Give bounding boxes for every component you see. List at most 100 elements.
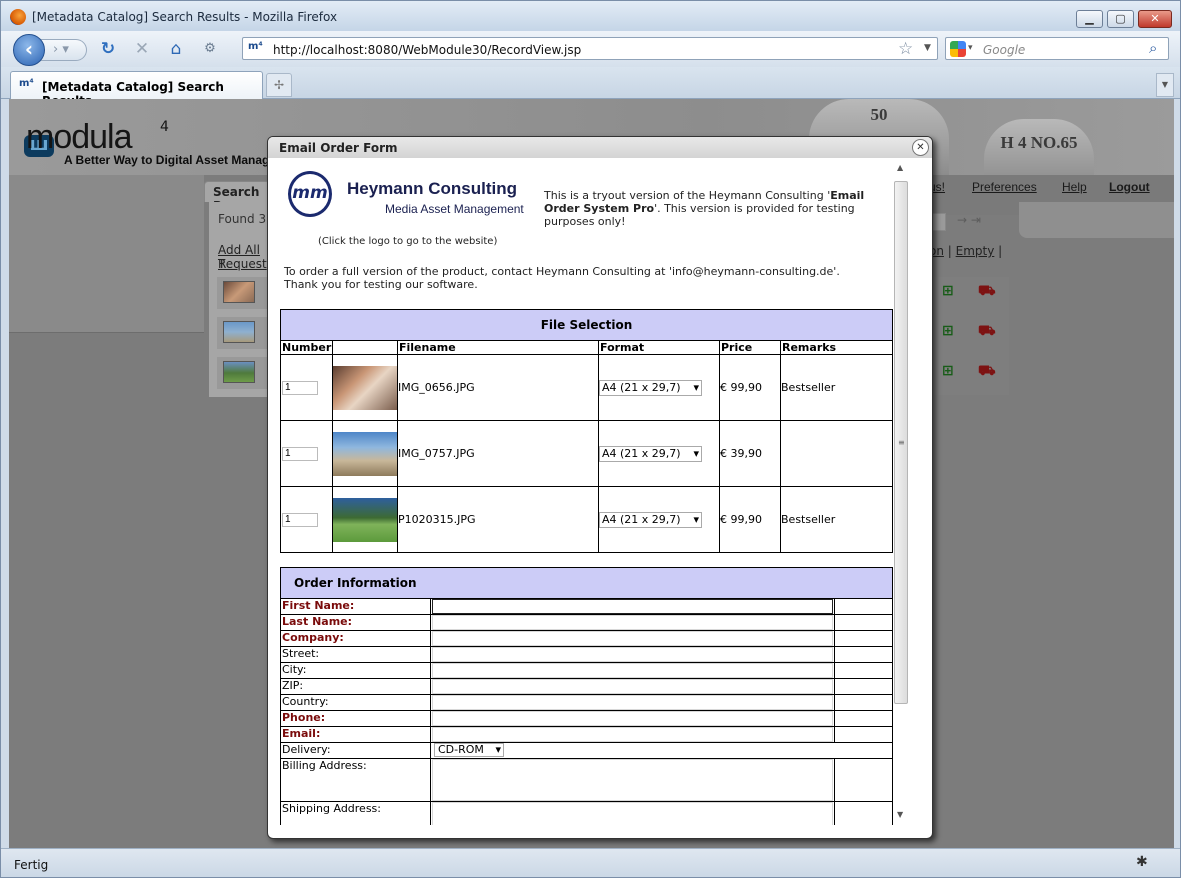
file-thumbnail[interactable] bbox=[333, 431, 397, 476]
email-cell bbox=[430, 726, 835, 743]
close-button[interactable]: ✕ bbox=[1138, 10, 1172, 28]
delivery-select[interactable]: CD-ROM bbox=[434, 743, 504, 757]
phone-label: Phone: bbox=[280, 710, 431, 727]
cart-icon[interactable]: ⛟ bbox=[978, 363, 996, 381]
forward-button[interactable]: › ▾ bbox=[41, 39, 87, 61]
url-dropdown-icon[interactable]: ▼ bbox=[924, 43, 931, 53]
new-tab-button[interactable]: ✢ bbox=[266, 73, 292, 97]
url-text[interactable]: http://localhost:8080/WebModule30/Record… bbox=[273, 43, 581, 57]
last-name-field[interactable] bbox=[432, 615, 833, 630]
bug-icon[interactable]: ✱ bbox=[1136, 854, 1148, 870]
format-cell: A4 (21 x 29,7) bbox=[598, 420, 720, 487]
order-note-2: Thank you for testing our software. bbox=[284, 278, 478, 291]
download-icon[interactable]: ⊞ bbox=[942, 323, 954, 339]
nav-help-link[interactable]: Help bbox=[1062, 180, 1087, 194]
remarks-cell: Bestseller bbox=[780, 486, 893, 553]
right-links: on | Empty | bbox=[929, 244, 1003, 258]
search-input[interactable]: Google bbox=[983, 43, 1025, 57]
country-field[interactable] bbox=[432, 695, 833, 710]
col-filename: Filename bbox=[397, 340, 599, 355]
shipping-address-field[interactable] bbox=[432, 802, 833, 825]
scroll-up-icon[interactable]: ▲ bbox=[897, 163, 903, 172]
zip-label: ZIP: bbox=[280, 678, 431, 695]
grip-icon: ≡ bbox=[898, 438, 905, 447]
firefox-icon bbox=[10, 9, 26, 25]
tab-search-results[interactable]: m⁴ [Metadata Catalog] Search Results bbox=[10, 71, 263, 108]
city-label: City: bbox=[280, 662, 431, 679]
dialog-scrollbar[interactable]: ▲ ≡ ▼ bbox=[893, 163, 909, 822]
shipping-cell bbox=[430, 801, 835, 825]
scroll-down-icon[interactable]: ▼ bbox=[897, 810, 903, 819]
remarks-cell: Bestseller bbox=[780, 354, 893, 421]
quantity-input[interactable] bbox=[282, 446, 318, 461]
search-box[interactable]: ▾ Google ⌕ bbox=[945, 37, 1169, 60]
tryout-notice: This is a tryout version of the Heymann … bbox=[544, 189, 884, 228]
phone-field[interactable] bbox=[432, 711, 833, 726]
close-icon[interactable]: ✕ bbox=[912, 139, 929, 156]
format-select[interactable]: A4 (21 x 29,7) bbox=[599, 445, 702, 462]
spacer-cell bbox=[834, 801, 893, 825]
site-logo[interactable]: modula bbox=[26, 118, 133, 157]
city-field[interactable] bbox=[432, 663, 833, 678]
tab-list-button[interactable]: ▼ bbox=[1156, 73, 1174, 97]
search-engine-dropdown-icon[interactable]: ▾ bbox=[968, 43, 973, 53]
street-field[interactable] bbox=[432, 647, 833, 662]
first-name-field[interactable] bbox=[432, 599, 833, 614]
file-thumbnail[interactable] bbox=[333, 497, 397, 542]
billing-address-field[interactable] bbox=[432, 759, 833, 801]
result-thumb-1[interactable] bbox=[217, 277, 271, 309]
price-cell: € 99,90 bbox=[719, 354, 781, 421]
search-icon[interactable]: ⌕ bbox=[1149, 39, 1157, 57]
stop-icon[interactable]: ✕ bbox=[132, 39, 152, 59]
quantity-input[interactable] bbox=[282, 380, 318, 395]
spacer-cell bbox=[834, 614, 893, 631]
reload-icon[interactable]: ↻ bbox=[98, 39, 118, 59]
price-cell: € 39,90 bbox=[719, 420, 781, 487]
company-cell bbox=[430, 630, 835, 647]
email-label: Email: bbox=[280, 726, 431, 743]
quantity-input[interactable] bbox=[282, 512, 318, 527]
result-thumb-2[interactable] bbox=[217, 317, 271, 349]
nav-logout-link[interactable]: Logout bbox=[1109, 180, 1150, 194]
format-select[interactable]: A4 (21 x 29,7) bbox=[599, 511, 702, 528]
minimize-button[interactable]: ▁ bbox=[1076, 10, 1103, 28]
delivery-label: Delivery: bbox=[280, 742, 431, 759]
empty-link[interactable]: Empty bbox=[956, 244, 995, 258]
pager-arrows-icon[interactable]: → ⇥ bbox=[957, 213, 981, 227]
file-thumbnail[interactable] bbox=[333, 365, 397, 410]
order-note-1: To order a full version of the product, … bbox=[284, 265, 840, 278]
format-cell: A4 (21 x 29,7) bbox=[598, 354, 720, 421]
billing-label: Billing Address: bbox=[280, 758, 431, 802]
result-thumb-3[interactable] bbox=[217, 357, 271, 389]
site-favicon-icon: m⁴ bbox=[248, 41, 263, 52]
scroll-thumb[interactable]: ≡ bbox=[894, 181, 908, 704]
last-name-label: Last Name: bbox=[280, 614, 431, 631]
number-cell bbox=[280, 486, 333, 553]
cart-icon[interactable]: ⛟ bbox=[978, 323, 996, 341]
table-row: P1020315.JPG A4 (21 x 29,7) € 99,90 Best… bbox=[280, 486, 893, 553]
request-link[interactable]: Request bbox=[218, 257, 267, 271]
email-order-dialog: Email Order Form ✕ mm Heymann Consulting… bbox=[267, 136, 933, 839]
col-price: Price bbox=[719, 340, 781, 355]
home-icon[interactable]: ⌂ bbox=[166, 39, 186, 59]
nav-preferences-link[interactable]: Preferences bbox=[972, 180, 1037, 194]
back-button[interactable]: ‹ bbox=[13, 34, 45, 66]
company-name: Heymann Consulting bbox=[347, 179, 518, 198]
maximize-button[interactable]: ▢ bbox=[1107, 10, 1134, 28]
company-field[interactable] bbox=[432, 631, 833, 646]
google-icon[interactable] bbox=[950, 41, 966, 57]
download-icon[interactable]: ⊞ bbox=[942, 363, 954, 379]
email-field[interactable] bbox=[432, 727, 833, 742]
url-bar[interactable]: m⁴ http://localhost:8080/WebModule30/Rec… bbox=[242, 37, 938, 60]
download-icon[interactable]: ⊞ bbox=[942, 283, 954, 299]
addon-icon[interactable]: ⚙ bbox=[200, 39, 220, 59]
tab-bar: m⁴ [Metadata Catalog] Search Results ✢ ▼ bbox=[1, 67, 1180, 108]
number-cell bbox=[280, 354, 333, 421]
cart-icon[interactable]: ⛟ bbox=[978, 283, 996, 301]
zip-field[interactable] bbox=[432, 679, 833, 694]
format-select[interactable]: A4 (21 x 29,7) bbox=[599, 379, 702, 396]
company-logo[interactable]: mm bbox=[288, 171, 332, 217]
bookmark-star-icon[interactable]: ☆ bbox=[898, 39, 913, 59]
tab-search-results-page[interactable]: Search R bbox=[204, 181, 270, 213]
dialog-body: mm Heymann Consulting Media Asset Manage… bbox=[268, 158, 932, 825]
